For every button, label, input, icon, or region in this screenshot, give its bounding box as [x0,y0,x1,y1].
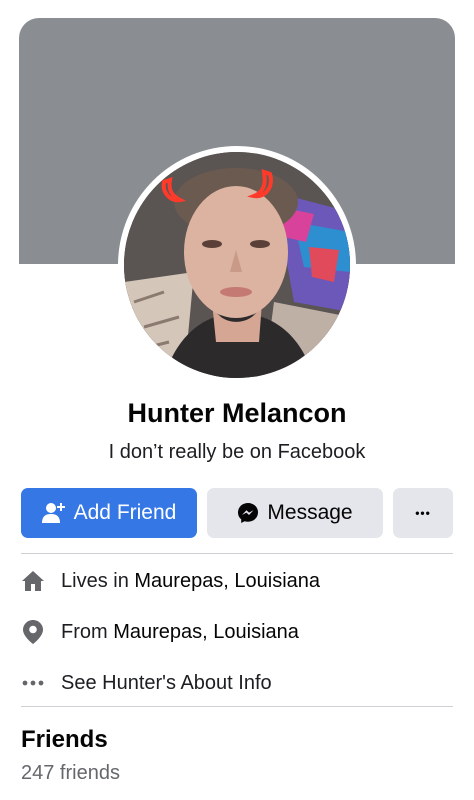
profile-photo [124,152,350,378]
from-prefix: From [61,620,114,643]
about-info-link[interactable]: See Hunter's About Info [61,672,272,695]
add-person-icon [41,502,66,524]
home-icon [21,569,45,593]
add-friend-button[interactable]: Add Friend [21,488,197,538]
more-dots-icon: ••• [415,506,431,520]
about-info-row[interactable]: See Hunter's About Info [21,663,453,703]
profile-picture[interactable] [118,146,356,384]
more-options-button[interactable]: ••• [393,488,453,538]
lives-prefix: Lives in [61,569,135,592]
lives-in-row[interactable]: Lives in Maurepas, Louisiana [21,561,453,601]
location-pin-icon [21,620,45,644]
divider [21,706,453,707]
profile-bio: I don’t really be on Facebook [108,441,366,463]
profile-actions: Add Friend Message ••• [21,488,453,538]
from-place-link[interactable]: Maurepas, Louisiana [113,621,299,643]
messenger-icon [237,502,259,524]
profile-page: Hunter Melancon I don’t really be on Fac… [0,0,474,800]
message-button[interactable]: Message [207,488,383,538]
friends-count[interactable]: 247 friends [21,762,120,785]
add-friend-label: Add Friend [73,501,177,524]
lives-place-link[interactable]: Maurepas, Louisiana [134,570,320,592]
from-row[interactable]: From Maurepas, Louisiana [21,612,453,652]
friends-title[interactable]: Friends [21,726,108,754]
divider [21,553,453,554]
message-label: Message [267,501,353,524]
more-dots-icon [21,671,45,695]
profile-name: Hunter Melancon [127,398,347,428]
